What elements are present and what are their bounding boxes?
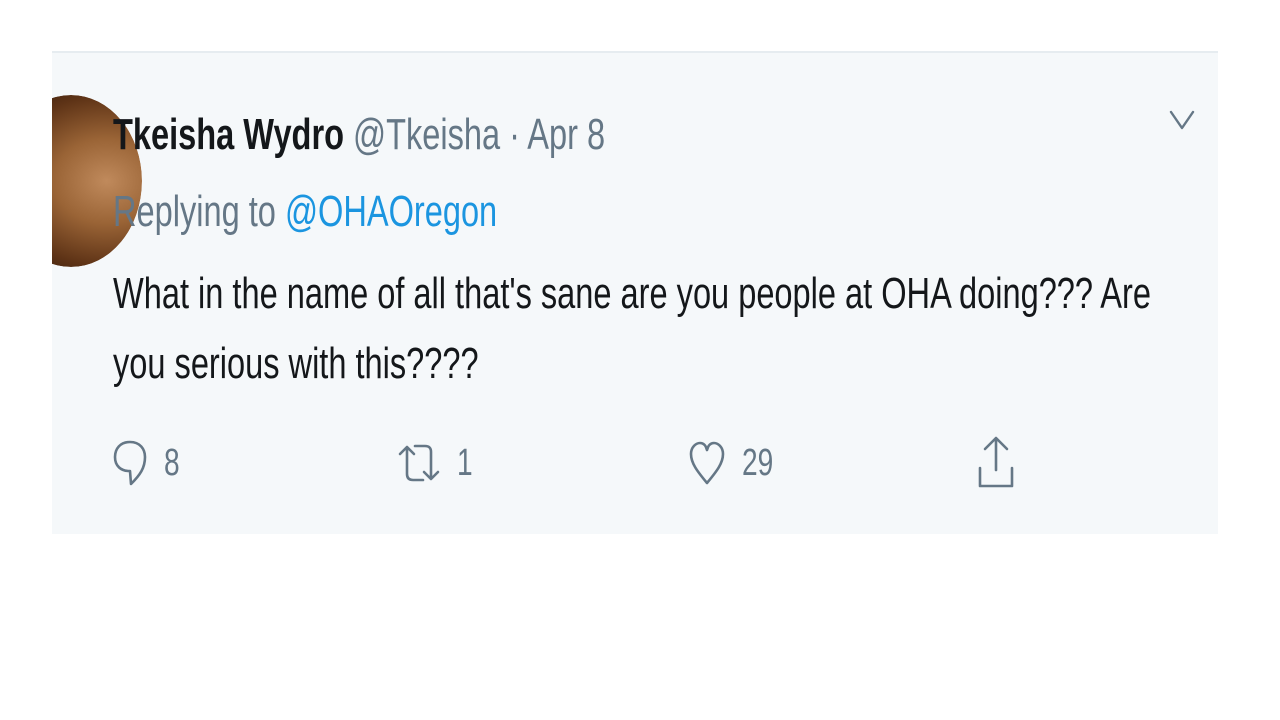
tweet-card[interactable]: Tkeisha Wydro @Tkeisha · Apr 8 Replying … <box>52 51 1218 534</box>
heart-icon <box>688 438 726 488</box>
reply-bubble-icon <box>112 438 148 488</box>
author-display-name[interactable]: Tkeisha Wydro <box>113 110 344 159</box>
reply-button[interactable]: 8 <box>112 433 185 493</box>
like-count: 29 <box>742 441 774 484</box>
tweet-header: Tkeisha Wydro @Tkeisha · Apr 8 <box>113 107 605 163</box>
share-icon <box>976 434 1016 492</box>
reply-prefix: Replying to <box>113 187 276 236</box>
share-button[interactable] <box>976 433 1016 493</box>
tweet-date[interactable]: Apr 8 <box>527 110 605 159</box>
retweet-button[interactable]: 1 <box>397 433 478 493</box>
reply-context: Replying to @OHAOregon <box>113 183 497 241</box>
reply-to-mention[interactable]: @OHAOregon <box>285 187 497 236</box>
author-handle[interactable]: @Tkeisha <box>353 110 500 159</box>
header-separator: · <box>509 110 521 159</box>
tweet-text: What in the name of all that's sane are … <box>113 269 1151 388</box>
reply-count: 8 <box>164 441 180 484</box>
retweet-count: 1 <box>457 441 473 484</box>
retweet-icon <box>397 438 441 488</box>
like-button[interactable]: 29 <box>688 433 784 493</box>
chevron-down-icon[interactable] <box>1169 109 1195 131</box>
